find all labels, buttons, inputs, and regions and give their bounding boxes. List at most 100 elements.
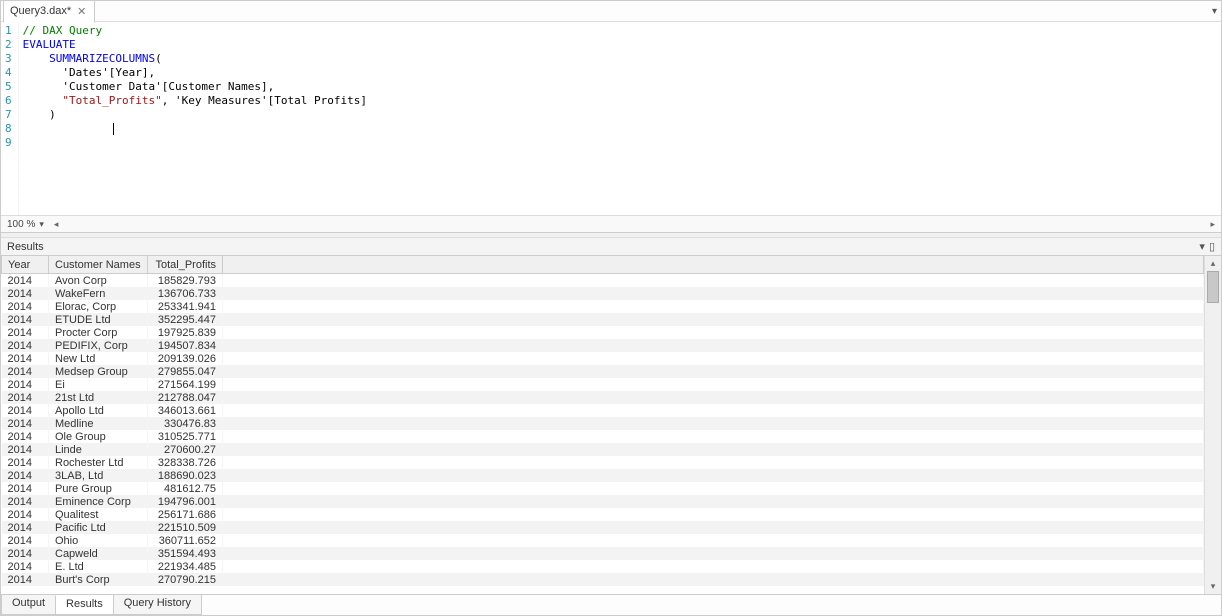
- cell-year: 2014: [2, 430, 49, 443]
- cell-year: 2014: [2, 573, 49, 586]
- tab-results[interactable]: Results: [55, 595, 114, 615]
- table-row[interactable]: 2014Avon Corp185829.793: [2, 274, 1204, 288]
- table-row[interactable]: 2014Pure Group481612.75: [2, 482, 1204, 495]
- table-row[interactable]: 2014E. Ltd221934.485: [2, 560, 1204, 573]
- cell-year: 2014: [2, 274, 49, 288]
- zoom-dropdown-icon[interactable]: ▾: [39, 219, 44, 230]
- table-row[interactable]: 2014PEDIFIX, Corp194507.834: [2, 339, 1204, 352]
- cell-year: 2014: [2, 287, 49, 300]
- col-header-profit[interactable]: Total_Profits: [148, 256, 223, 274]
- cell-fill: [223, 534, 1204, 547]
- cell-fill: [223, 547, 1204, 560]
- table-row[interactable]: 2014New Ltd209139.026: [2, 352, 1204, 365]
- cell-profit: 185829.793: [148, 274, 223, 288]
- cell-year: 2014: [2, 456, 49, 469]
- cell-year: 2014: [2, 326, 49, 339]
- table-row[interactable]: 2014Ohio360711.652: [2, 534, 1204, 547]
- cell-customer: Medsep Group: [49, 365, 148, 378]
- panel-dropdown-icon[interactable]: ▾: [1199, 240, 1205, 253]
- cell-profit: 221510.509: [148, 521, 223, 534]
- table-row[interactable]: 201421st Ltd212788.047: [2, 391, 1204, 404]
- cell-profit: 279855.047: [148, 365, 223, 378]
- results-grid-wrap: Year Customer Names Total_Profits 2014Av…: [1, 256, 1221, 594]
- cell-customer: Rochester Ltd: [49, 456, 148, 469]
- table-row[interactable]: 2014Burt's Corp270790.215: [2, 573, 1204, 586]
- tab-output[interactable]: Output: [1, 595, 56, 615]
- cell-fill: [223, 287, 1204, 300]
- cell-customer: Capweld: [49, 547, 148, 560]
- vertical-scrollbar[interactable]: ▴ ▾: [1204, 256, 1221, 594]
- cell-profit: 346013.661: [148, 404, 223, 417]
- panel-pin-icon[interactable]: ▯: [1209, 240, 1215, 253]
- code-area[interactable]: // DAX QueryEVALUATE SUMMARIZECOLUMNS( '…: [19, 22, 1221, 215]
- cell-fill: [223, 560, 1204, 573]
- cell-customer: Medline: [49, 417, 148, 430]
- hscroll-right-icon[interactable]: ▸: [1210, 219, 1215, 230]
- hscroll-left-icon[interactable]: ◂: [54, 219, 59, 230]
- scroll-thumb[interactable]: [1207, 271, 1219, 303]
- cell-customer: Qualitest: [49, 508, 148, 521]
- editor-body: 123456789 // DAX QueryEVALUATE SUMMARIZE…: [1, 22, 1221, 215]
- table-row[interactable]: 2014Eminence Corp194796.001: [2, 495, 1204, 508]
- cell-profit: 328338.726: [148, 456, 223, 469]
- file-tab[interactable]: Query3.dax* ✕: [3, 0, 95, 23]
- table-row[interactable]: 2014Qualitest256171.686: [2, 508, 1204, 521]
- table-row[interactable]: 2014Linde270600.27: [2, 443, 1204, 456]
- table-row[interactable]: 2014Apollo Ltd346013.661: [2, 404, 1204, 417]
- table-row[interactable]: 2014Capweld351594.493: [2, 547, 1204, 560]
- cell-year: 2014: [2, 534, 49, 547]
- cell-year: 2014: [2, 378, 49, 391]
- cell-customer: Ei: [49, 378, 148, 391]
- tab-query-history[interactable]: Query History: [113, 595, 202, 615]
- table-row[interactable]: 2014WakeFern136706.733: [2, 287, 1204, 300]
- cell-profit: 330476.83: [148, 417, 223, 430]
- scroll-up-icon[interactable]: ▴: [1211, 256, 1216, 271]
- results-panel-header: Results ▾ ▯: [1, 238, 1221, 256]
- scroll-track[interactable]: [1205, 271, 1221, 579]
- table-row[interactable]: 2014Medsep Group279855.047: [2, 365, 1204, 378]
- table-row[interactable]: 2014Elorac, Corp253341.941: [2, 300, 1204, 313]
- table-row[interactable]: 2014Pacific Ltd221510.509: [2, 521, 1204, 534]
- tab-overflow-icon[interactable]: ▾: [1212, 6, 1217, 17]
- table-row[interactable]: 2014Rochester Ltd328338.726: [2, 456, 1204, 469]
- cell-year: 2014: [2, 521, 49, 534]
- results-grid[interactable]: Year Customer Names Total_Profits 2014Av…: [1, 256, 1204, 594]
- cell-fill: [223, 378, 1204, 391]
- cell-customer: Burt's Corp: [49, 573, 148, 586]
- cell-year: 2014: [2, 300, 49, 313]
- cell-customer: Ohio: [49, 534, 148, 547]
- cell-fill: [223, 469, 1204, 482]
- table-row[interactable]: 20143LAB, Ltd188690.023: [2, 469, 1204, 482]
- col-header-fill: [223, 256, 1204, 274]
- cell-year: 2014: [2, 547, 49, 560]
- table-row[interactable]: 2014Ei271564.199: [2, 378, 1204, 391]
- cell-profit: 270790.215: [148, 573, 223, 586]
- cell-year: 2014: [2, 391, 49, 404]
- close-icon[interactable]: ✕: [75, 5, 88, 18]
- cell-fill: [223, 391, 1204, 404]
- cell-customer: Procter Corp: [49, 326, 148, 339]
- cell-year: 2014: [2, 495, 49, 508]
- scroll-down-icon[interactable]: ▾: [1211, 579, 1216, 594]
- cell-fill: [223, 495, 1204, 508]
- bottom-tab-bar: Output Results Query History: [1, 594, 1221, 615]
- cell-fill: [223, 482, 1204, 495]
- table-row[interactable]: 2014ETUDE Ltd352295.447: [2, 313, 1204, 326]
- cell-year: 2014: [2, 508, 49, 521]
- cell-fill: [223, 300, 1204, 313]
- table-row[interactable]: 2014Ole Group310525.771: [2, 430, 1204, 443]
- table-row[interactable]: 2014Medline330476.83: [2, 417, 1204, 430]
- cell-year: 2014: [2, 365, 49, 378]
- table-row[interactable]: 2014Procter Corp197925.839: [2, 326, 1204, 339]
- cell-profit: 271564.199: [148, 378, 223, 391]
- cell-customer: Ole Group: [49, 430, 148, 443]
- col-header-year[interactable]: Year: [2, 256, 49, 274]
- cell-profit: 481612.75: [148, 482, 223, 495]
- cell-customer: Pacific Ltd: [49, 521, 148, 534]
- zoom-level[interactable]: 100 %: [7, 219, 35, 230]
- cell-customer: Pure Group: [49, 482, 148, 495]
- col-header-customer[interactable]: Customer Names: [49, 256, 148, 274]
- cell-fill: [223, 456, 1204, 469]
- cell-customer: 3LAB, Ltd: [49, 469, 148, 482]
- code-editor: 123456789 // DAX QueryEVALUATE SUMMARIZE…: [1, 22, 1221, 233]
